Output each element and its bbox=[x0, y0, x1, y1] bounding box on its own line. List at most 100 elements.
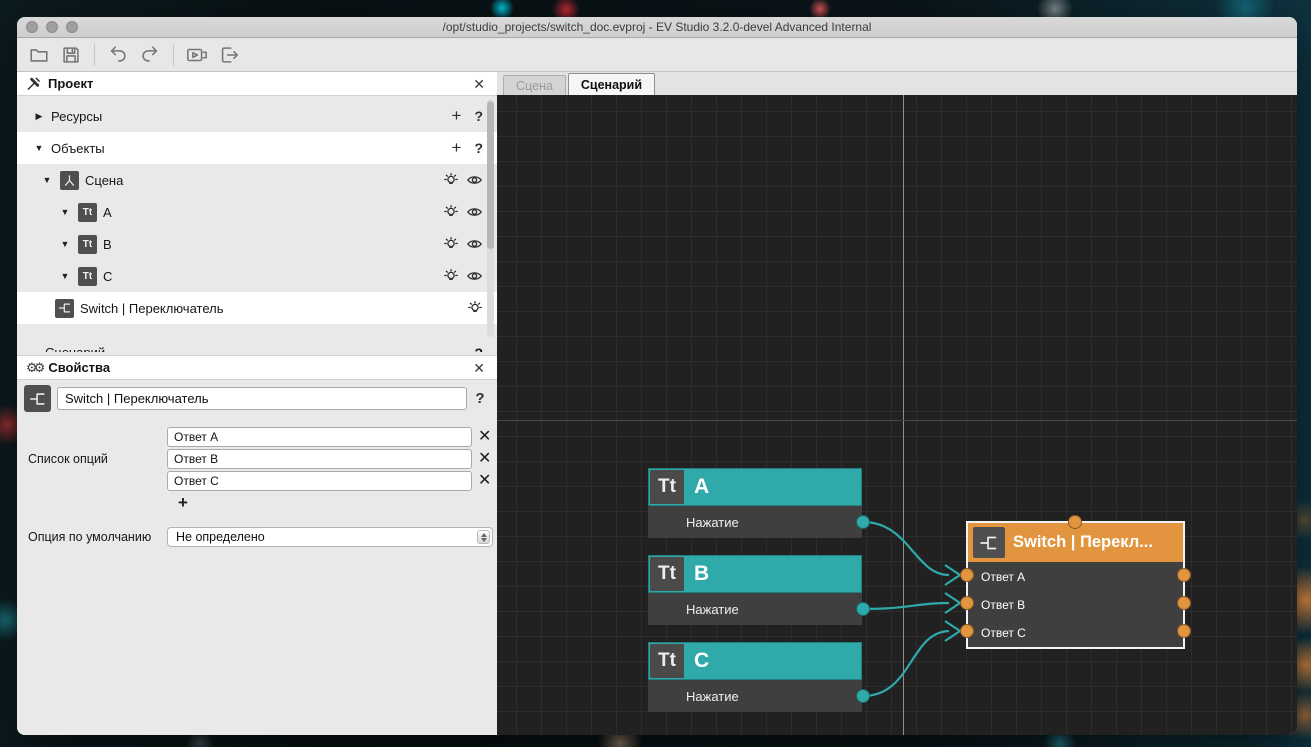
project-panel-header: Проект ✕ bbox=[17, 72, 497, 96]
desktop-background: /opt/studio_projects/switch_doc.evproj -… bbox=[0, 0, 1311, 747]
video-play-icon bbox=[185, 44, 209, 66]
highlight-icon[interactable] bbox=[467, 300, 483, 316]
options-list-label: Список опций bbox=[17, 427, 167, 491]
chevron-down-icon[interactable]: ▼ bbox=[59, 239, 71, 249]
option-row: ✕ bbox=[167, 471, 497, 491]
section-objects[interactable]: ▼ Объекты + ? bbox=[17, 132, 497, 164]
option-input[interactable] bbox=[167, 471, 472, 491]
input-port[interactable] bbox=[960, 568, 974, 582]
node-text-a[interactable]: Tt A Нажатие bbox=[648, 468, 862, 538]
undo-button[interactable] bbox=[104, 42, 132, 68]
canvas-major-vline bbox=[903, 95, 904, 735]
output-port[interactable] bbox=[856, 689, 870, 703]
gears-icon: ⚙⚙ bbox=[26, 360, 41, 376]
tree-item-b[interactable]: ▼ Tt B bbox=[17, 228, 497, 260]
output-port[interactable] bbox=[1177, 568, 1191, 582]
add-object-button[interactable]: + bbox=[452, 138, 462, 158]
close-icon[interactable]: ✕ bbox=[473, 77, 485, 91]
remove-option-icon[interactable]: ✕ bbox=[478, 473, 491, 489]
scene-icon bbox=[60, 171, 79, 190]
project-scrollbar[interactable] bbox=[487, 99, 494, 337]
help-objects-button[interactable]: ? bbox=[474, 140, 483, 156]
option-input[interactable] bbox=[167, 427, 472, 447]
visibility-eye-icon[interactable] bbox=[466, 268, 483, 284]
output-port[interactable] bbox=[1177, 596, 1191, 610]
canvas-major-hline bbox=[497, 420, 1297, 421]
input-port[interactable] bbox=[960, 624, 974, 638]
node-switch[interactable]: Switch | Перекл... Ответ A Ответ B Ответ… bbox=[968, 523, 1183, 647]
highlight-icon[interactable] bbox=[443, 236, 459, 252]
export-button[interactable] bbox=[215, 42, 243, 68]
chevron-down-icon[interactable]: ▼ bbox=[59, 207, 71, 217]
visibility-eye-icon[interactable] bbox=[466, 172, 483, 188]
tree-item-c[interactable]: ▼ Tt C bbox=[17, 260, 497, 292]
editor-tabbar: Сцена Сценарий bbox=[497, 72, 1297, 95]
left-panel-column: Проект ✕ ▶ Ресурсы + ? ▼ Объ bbox=[17, 72, 497, 735]
editor-column: Сцена Сценарий bbox=[497, 72, 1297, 735]
remove-option-icon[interactable]: ✕ bbox=[478, 429, 491, 445]
node-canvas[interactable]: Tt A Нажатие Tt B bbox=[497, 95, 1297, 735]
input-port[interactable] bbox=[960, 596, 974, 610]
output-port[interactable] bbox=[856, 515, 870, 529]
chevron-right-icon[interactable]: ▶ bbox=[33, 111, 45, 122]
node-title: A bbox=[694, 475, 709, 499]
switch-object-icon bbox=[973, 527, 1005, 558]
tree-item-switch[interactable]: Switch | Переключатель bbox=[17, 292, 497, 324]
highlight-icon[interactable] bbox=[443, 172, 459, 188]
visibility-eye-icon[interactable] bbox=[466, 204, 483, 220]
scrollbar-thumb[interactable] bbox=[487, 101, 494, 249]
output-port[interactable] bbox=[856, 602, 870, 616]
switch-object-icon bbox=[55, 299, 74, 318]
properties-panel-title: Свойства bbox=[48, 360, 110, 375]
tab-scene[interactable]: Сцена bbox=[503, 75, 566, 95]
tree-item-scene[interactable]: ▼ Сцена bbox=[17, 164, 497, 196]
node-title: C bbox=[694, 649, 709, 673]
chevron-down-icon[interactable]: ▼ bbox=[41, 175, 53, 185]
node-title: B bbox=[694, 562, 709, 586]
section-resources[interactable]: ▶ Ресурсы + ? bbox=[17, 100, 497, 132]
help-name-button[interactable]: ? bbox=[473, 390, 487, 407]
stepper-icon[interactable] bbox=[477, 530, 490, 544]
undo-icon bbox=[107, 44, 129, 66]
visibility-eye-icon[interactable] bbox=[466, 236, 483, 252]
redo-button[interactable] bbox=[136, 42, 164, 68]
node-text-c[interactable]: Tt C Нажатие bbox=[648, 642, 862, 712]
object-name-input[interactable] bbox=[57, 387, 467, 410]
node-output-label: Нажатие bbox=[648, 515, 739, 530]
chevron-down-icon[interactable]: ▼ bbox=[59, 271, 71, 281]
highlight-icon[interactable] bbox=[443, 204, 459, 220]
help-resources-button[interactable]: ? bbox=[474, 108, 483, 124]
tab-scenario[interactable]: Сценарий bbox=[568, 73, 655, 95]
highlight-icon[interactable] bbox=[443, 268, 459, 284]
switch-row-a: Ответ A bbox=[968, 563, 1183, 591]
main-toolbar bbox=[17, 38, 1297, 72]
project-panel-title: Проект bbox=[48, 76, 93, 91]
options-list-block: Список опций ✕ ✕ bbox=[17, 427, 497, 491]
export-icon bbox=[218, 44, 240, 66]
toolbar-separator bbox=[94, 44, 95, 66]
text-object-icon: Tt bbox=[78, 235, 97, 254]
save-project-button[interactable] bbox=[57, 42, 85, 68]
tree-item-a[interactable]: ▼ Tt A bbox=[17, 196, 497, 228]
default-option-select[interactable]: Не определено bbox=[167, 527, 493, 547]
chevron-down-icon[interactable]: ▼ bbox=[33, 143, 45, 153]
default-option-row: Опция по умолчанию Не определено bbox=[17, 527, 497, 547]
switch-row-c: Ответ C bbox=[968, 619, 1183, 647]
open-project-button[interactable] bbox=[25, 42, 53, 68]
section-scenario-clipped[interactable]: Сценарий ? bbox=[17, 336, 497, 352]
add-option-button[interactable]: + bbox=[178, 493, 194, 513]
help-scenario-button[interactable]: ? bbox=[474, 345, 483, 352]
output-port[interactable] bbox=[1177, 624, 1191, 638]
input-port-top[interactable] bbox=[1068, 515, 1082, 529]
add-resource-button[interactable]: + bbox=[452, 106, 462, 126]
close-icon[interactable]: ✕ bbox=[473, 361, 485, 375]
option-input[interactable] bbox=[167, 449, 472, 469]
properties-panel-header: ⚙⚙ Свойства ✕ bbox=[17, 356, 497, 380]
window-title: /opt/studio_projects/switch_doc.evproj -… bbox=[17, 20, 1297, 34]
toolbar-separator bbox=[173, 44, 174, 66]
switch-object-icon bbox=[24, 385, 51, 412]
remove-option-icon[interactable]: ✕ bbox=[478, 451, 491, 467]
default-option-label: Опция по умолчанию bbox=[17, 530, 167, 544]
node-text-b[interactable]: Tt B Нажатие bbox=[648, 555, 862, 625]
preview-button[interactable] bbox=[183, 42, 211, 68]
